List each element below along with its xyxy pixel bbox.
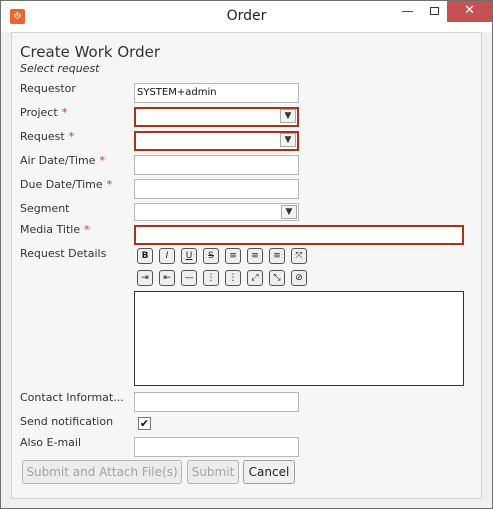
send-notification-label: Send notification bbox=[20, 415, 114, 428]
underline-icon[interactable]: U bbox=[181, 248, 197, 264]
editor-toolbar-row1: B I U S ≡ ≡ ≡ ⤧ bbox=[137, 248, 317, 265]
indent-icon[interactable]: ⇥ bbox=[137, 270, 153, 286]
request-details-label: Request Details bbox=[20, 247, 107, 260]
chevron-down-icon[interactable]: ▼ bbox=[280, 109, 296, 123]
bold-icon[interactable]: B bbox=[137, 248, 153, 264]
chevron-down-icon[interactable]: ▼ bbox=[281, 205, 297, 219]
due-date-field[interactable] bbox=[134, 179, 299, 199]
maximize-icon bbox=[429, 6, 439, 15]
also-email-field[interactable] bbox=[134, 437, 299, 457]
project-select[interactable]: ▼ bbox=[134, 107, 299, 127]
align-right-icon[interactable]: ≡ bbox=[269, 248, 285, 264]
ordered-list-icon[interactable]: ⋮ bbox=[203, 270, 219, 286]
form-subheading: Select request bbox=[20, 62, 100, 75]
horizontal-rule-icon[interactable]: — bbox=[181, 270, 197, 286]
order-window: ⟐ Order — ✕ Create Work Order Select req… bbox=[0, 0, 493, 509]
cancel-button[interactable]: Cancel bbox=[243, 460, 295, 484]
air-date-label: Air Date/Time * bbox=[20, 154, 106, 167]
media-title-label: Media Title * bbox=[20, 223, 90, 236]
minimize-icon: — bbox=[401, 4, 414, 18]
requestor-label: Requestor bbox=[20, 82, 76, 95]
justify-icon[interactable]: ⤧ bbox=[291, 248, 307, 264]
also-email-label: Also E-mail bbox=[20, 436, 82, 449]
unordered-list-icon[interactable]: ⋮ bbox=[225, 270, 241, 286]
due-date-label: Due Date/Time * bbox=[20, 178, 113, 191]
checkmark-icon: ✔ bbox=[139, 417, 150, 430]
close-icon: ✕ bbox=[464, 3, 475, 18]
request-select[interactable]: ▼ bbox=[134, 131, 299, 151]
request-label: Request * bbox=[20, 130, 75, 143]
close-button[interactable]: ✕ bbox=[447, 1, 492, 22]
required-asterisk: * bbox=[84, 223, 90, 236]
air-date-field[interactable] bbox=[134, 155, 299, 175]
expand-icon[interactable]: ⤢ bbox=[247, 270, 263, 286]
contact-info-field[interactable] bbox=[134, 392, 299, 412]
title-bar: ⟐ Order — ✕ bbox=[1, 1, 492, 32]
clear-format-icon[interactable]: ⊘ bbox=[291, 270, 307, 286]
contact-info-label: Contact Informat... bbox=[20, 391, 124, 404]
segment-select[interactable]: ▼ bbox=[134, 203, 299, 221]
align-center-icon[interactable]: ≡ bbox=[247, 248, 263, 264]
minimize-button[interactable]: — bbox=[394, 1, 421, 22]
required-asterisk: * bbox=[61, 106, 68, 119]
outdent-icon[interactable]: ⇤ bbox=[159, 270, 175, 286]
segment-label: Segment bbox=[20, 202, 70, 215]
editor-toolbar-row2: ⇥ ⇤ — ⋮ ⋮ ⤢ ⤡ ⊘ bbox=[137, 270, 317, 287]
required-asterisk: * bbox=[106, 178, 113, 191]
media-title-field[interactable] bbox=[134, 225, 464, 245]
shrink-icon[interactable]: ⤡ bbox=[269, 270, 285, 286]
send-notification-checkbox[interactable]: ✔ bbox=[138, 417, 151, 430]
submit-attach-button[interactable]: Submit and Attach File(s) bbox=[22, 460, 182, 484]
required-asterisk: * bbox=[99, 154, 106, 167]
form-panel: Create Work Order Select request Request… bbox=[11, 32, 482, 499]
submit-button[interactable]: Submit bbox=[187, 460, 239, 484]
maximize-button[interactable] bbox=[421, 1, 447, 22]
project-label: Project * bbox=[20, 106, 68, 119]
chevron-down-icon[interactable]: ▼ bbox=[280, 133, 296, 147]
form-heading: Create Work Order bbox=[20, 43, 160, 61]
align-left-icon[interactable]: ≡ bbox=[225, 248, 241, 264]
requestor-field[interactable]: SYSTEM+admin bbox=[134, 83, 299, 103]
strikethrough-icon[interactable]: S bbox=[203, 248, 219, 264]
request-details-editor[interactable] bbox=[134, 291, 464, 386]
required-asterisk: * bbox=[68, 130, 75, 143]
italic-icon[interactable]: I bbox=[159, 248, 175, 264]
